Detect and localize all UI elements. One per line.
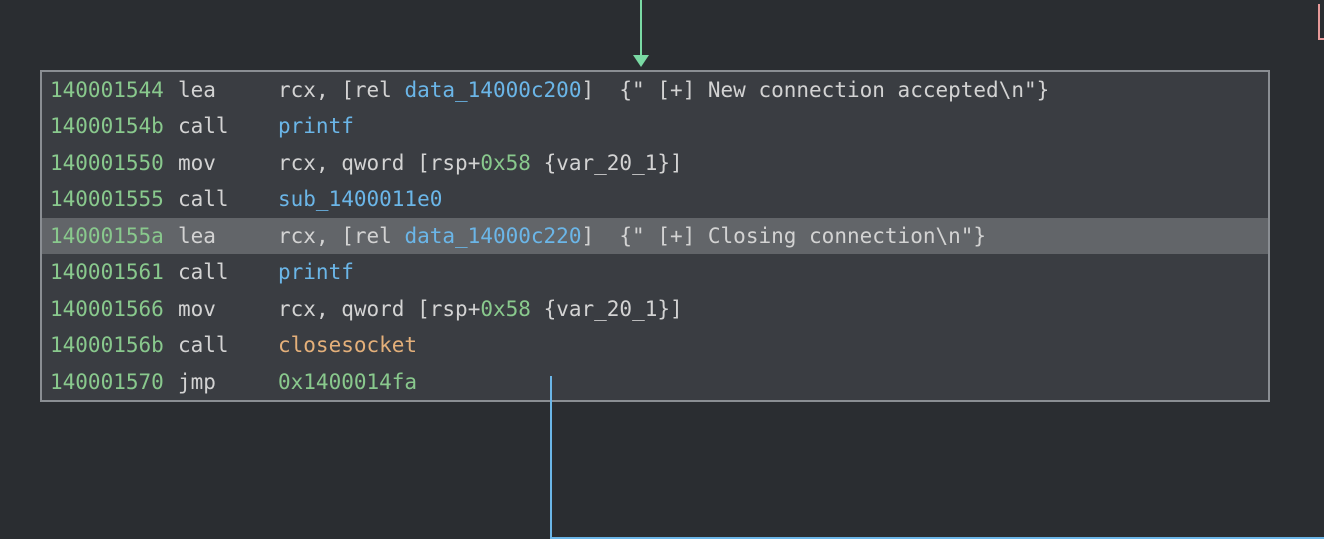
operand-token: sub_1400011e0 [278,187,442,211]
operand-token: closesocket [278,333,417,357]
operands: printf [278,111,1260,141]
address: 140001544 [50,75,178,105]
address: 14000156b [50,330,178,360]
operands: rcx, qword [rsp+0x58 {var_20_1}] [278,148,1260,178]
disassembly-block[interactable]: 140001544learcx, [rel data_14000c200] {"… [40,70,1270,402]
operand-token: rcx [278,151,316,175]
operand-token: ] {" [+] New connection accepted\n"} [581,78,1049,102]
address: 14000155a [50,221,178,251]
address: 140001550 [50,148,178,178]
operand-token: }] [657,297,682,321]
operand-token: ] {" [+] Closing connection\n"} [581,224,986,248]
operand-token: , [ [316,78,354,102]
operand-token: rsp [430,151,468,175]
operand-token: { [531,297,556,321]
operand-token: 0x58 [480,297,531,321]
mnemonic: mov [178,294,278,324]
mnemonic: jmp [178,367,278,397]
operand-token: data_14000c220 [404,224,581,248]
operand-token: qword [341,151,417,175]
operand-token: rcx [278,224,316,248]
mnemonic: lea [178,221,278,251]
operand-token: 0x1400014fa [278,370,417,394]
operands: sub_1400011e0 [278,184,1260,214]
disasm-row[interactable]: 140001544learcx, [rel data_14000c200] {"… [42,72,1268,108]
operand-token: var_20_1 [556,151,657,175]
incoming-edge-line [640,0,642,62]
operand-token: rsp [430,297,468,321]
outgoing-edge-vertical [550,376,552,539]
mnemonic: call [178,184,278,214]
address: 140001555 [50,184,178,214]
right-edge-fragment [1318,4,1324,40]
operand-token: + [468,297,481,321]
operand-token: var_20_1 [556,297,657,321]
operand-token: 0x58 [480,151,531,175]
operand-token: , [316,151,341,175]
mnemonic: call [178,330,278,360]
address: 14000154b [50,111,178,141]
operands: rcx, qword [rsp+0x58 {var_20_1}] [278,294,1260,324]
operand-token: + [468,151,481,175]
mnemonic: call [178,257,278,287]
operand-token: , [ [316,224,354,248]
operands: rcx, [rel data_14000c220] {" [+] Closing… [278,221,1260,251]
disasm-row[interactable]: 14000155alearcx, [rel data_14000c220] {"… [42,218,1268,254]
operand-token: rcx [278,297,316,321]
disasm-row[interactable]: 140001566movrcx, qword [rsp+0x58 {var_20… [42,291,1268,327]
operand-token: }] [657,151,682,175]
incoming-edge-arrowhead-icon [633,55,649,67]
operand-token: data_14000c200 [404,78,581,102]
disasm-row[interactable]: 14000154bcallprintf [42,108,1268,144]
disasm-row[interactable]: 140001550movrcx, qword [rsp+0x58 {var_20… [42,145,1268,181]
disasm-row[interactable]: 140001561callprintf [42,254,1268,290]
mnemonic: call [178,111,278,141]
operand-token: printf [278,114,354,138]
operand-token: , [316,297,341,321]
operands: rcx, [rel data_14000c200] {" [+] New con… [278,75,1260,105]
disasm-row[interactable]: 140001555callsub_1400011e0 [42,181,1268,217]
operand-token: rel [354,78,405,102]
operand-token: qword [341,297,417,321]
address: 140001561 [50,257,178,287]
disasm-row[interactable]: 140001570jmp0x1400014fa [42,364,1268,400]
operand-token: rel [354,224,405,248]
operand-token: [ [417,297,430,321]
operand-token: [ [417,151,430,175]
operands: closesocket [278,330,1260,360]
disasm-row[interactable]: 14000156bcallclosesocket [42,327,1268,363]
address: 140001566 [50,294,178,324]
mnemonic: mov [178,148,278,178]
operands: printf [278,257,1260,287]
mnemonic: lea [178,75,278,105]
operand-token: rcx [278,78,316,102]
address: 140001570 [50,367,178,397]
operands: 0x1400014fa [278,367,1260,397]
operand-token: printf [278,260,354,284]
operand-token: { [531,151,556,175]
